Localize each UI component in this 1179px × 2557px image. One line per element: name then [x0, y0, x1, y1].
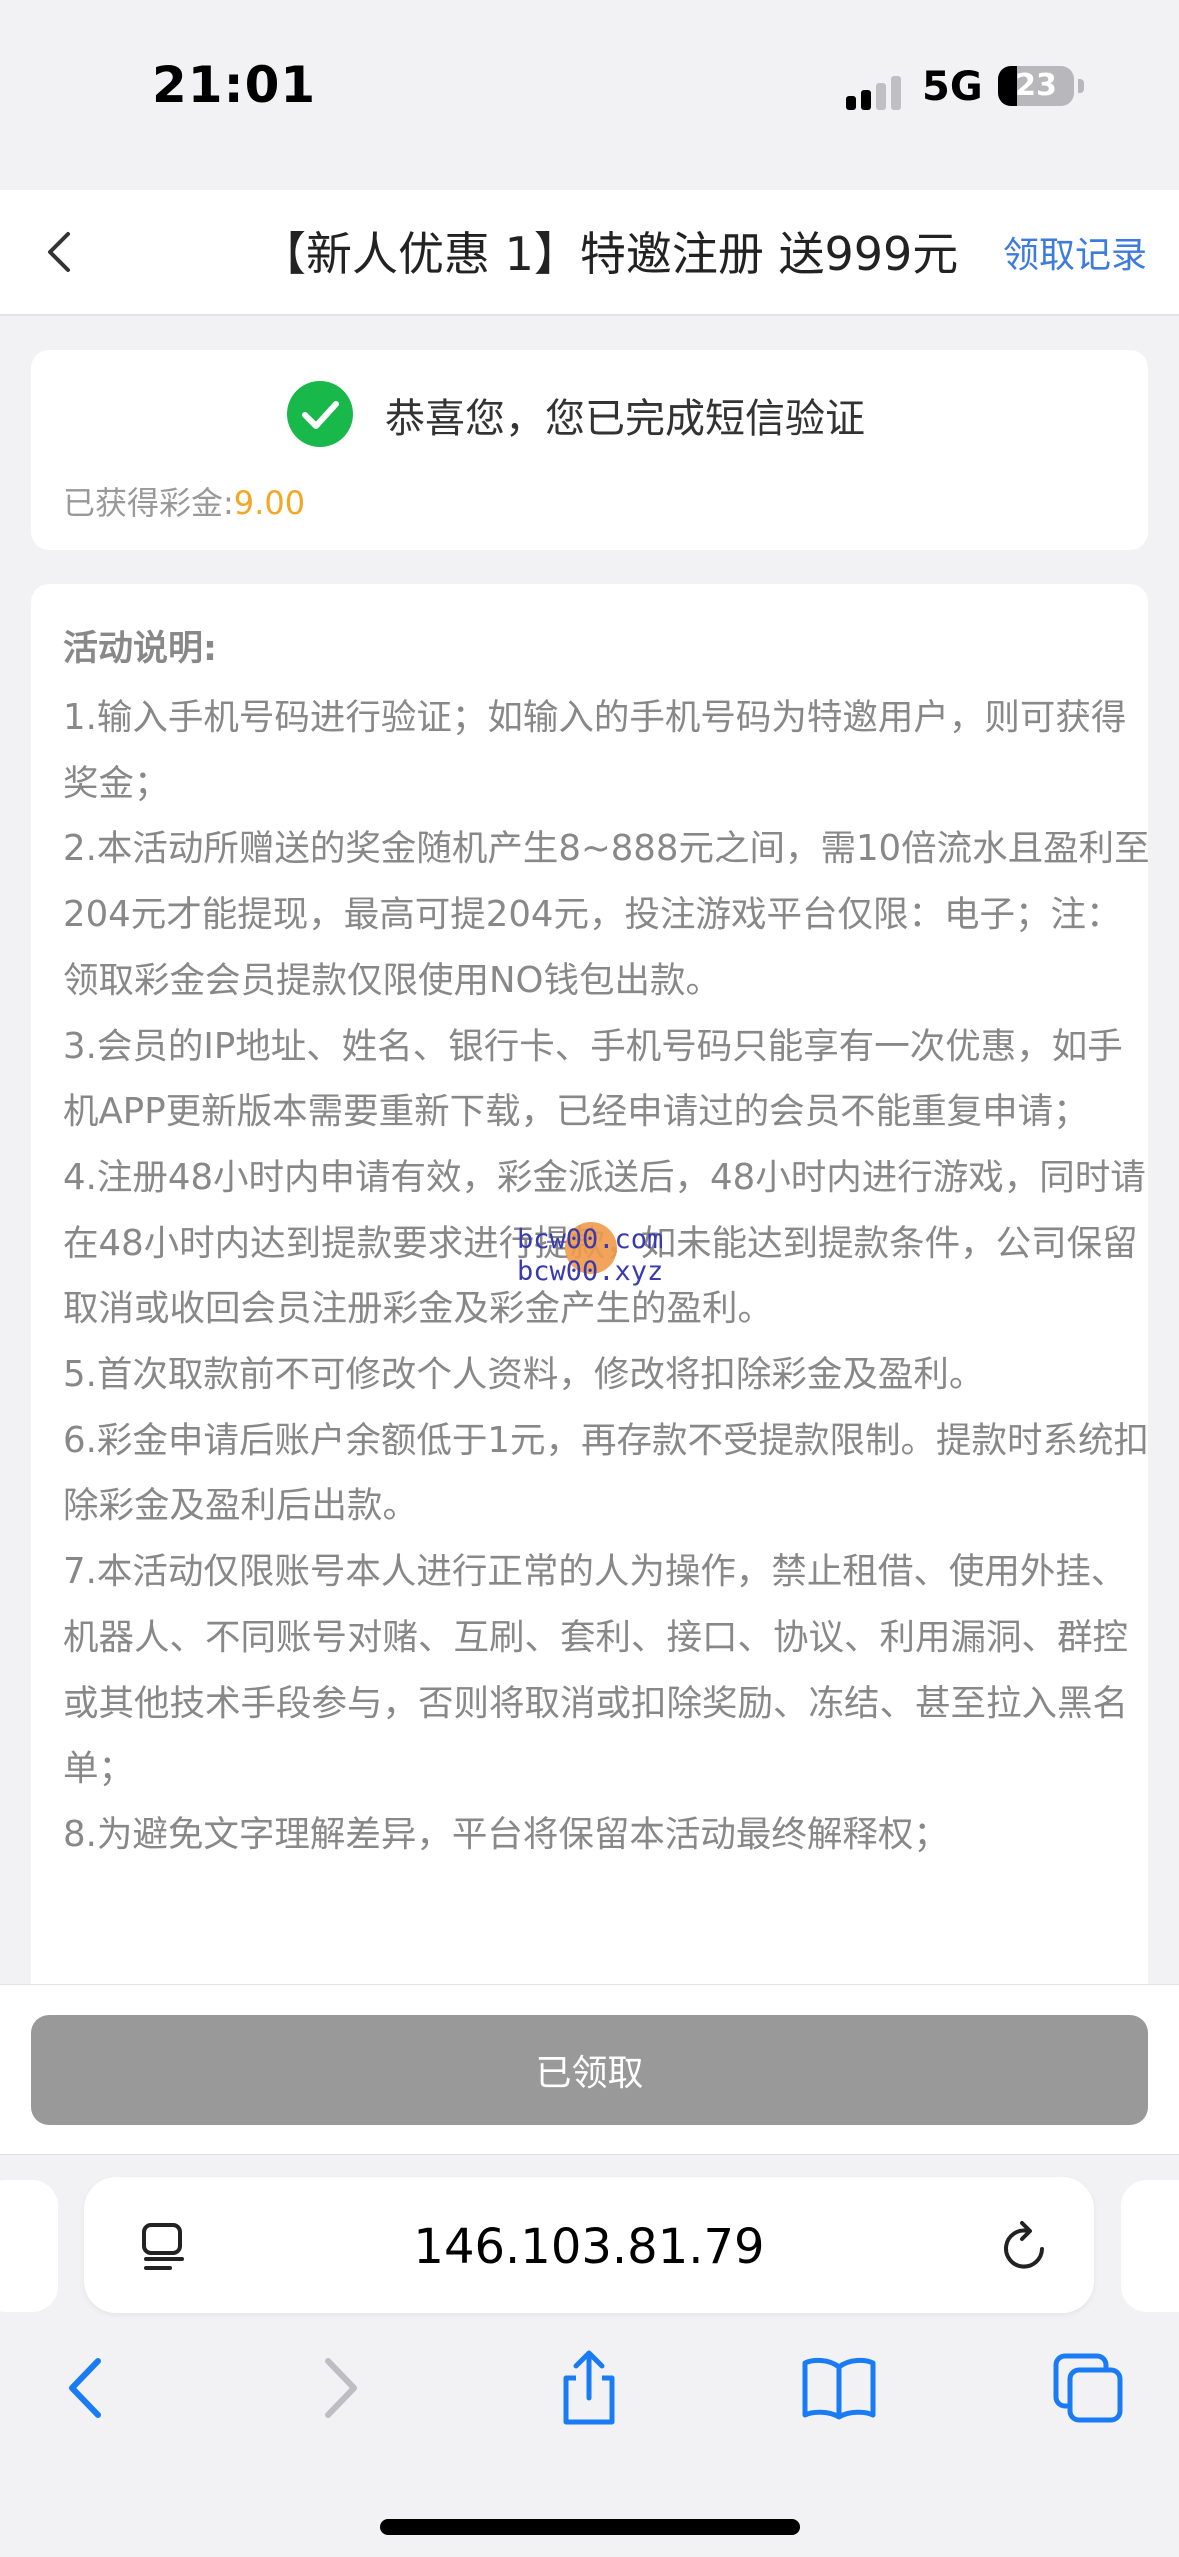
tabs-icon — [1053, 2353, 1123, 2423]
signal-icon — [846, 70, 906, 110]
bonus-label: 已获得彩金: — [63, 484, 234, 522]
battery-icon: 23 — [998, 66, 1074, 106]
rule-item: 7.本活动仅限账号本人进行正常的人为操作，禁止租借、使用外挂、机器人、不同账号对… — [63, 1551, 1129, 1790]
rule-item: 3.会员的IP地址、姓名、银行卡、手机号码只能享有一次优惠，如手机APP更新版本… — [63, 1025, 1123, 1133]
browser-forward-button[interactable] — [292, 2343, 388, 2433]
battery-tip — [1078, 79, 1084, 93]
reload-icon[interactable] — [998, 2217, 1054, 2277]
watermark: bcw00.com bcw00.xyz — [517, 1216, 697, 1296]
next-tab-preview[interactable] — [1121, 2180, 1179, 2312]
success-message: 恭喜您，您已完成短信验证 — [385, 396, 865, 442]
share-icon — [563, 2350, 615, 2425]
rule-item: 1.输入手机号码进行验证；如输入的手机号码为特邀用户，则可获得奖金； — [63, 697, 1127, 804]
bookmarks-icon — [802, 2357, 876, 2420]
rule-item: 5.首次取款前不可修改个人资料，修改将扣除彩金及盈利。 — [63, 1354, 985, 1396]
back-icon — [69, 2358, 101, 2418]
nav-header: 【新人优惠 1】特邀注册 送999元 领取记录 — [0, 190, 1179, 316]
share-button[interactable] — [541, 2343, 637, 2433]
claimed-button[interactable]: 已领取 — [31, 2015, 1148, 2125]
browser-toolbar: 146.103.81.79 — [0, 2154, 1179, 2557]
rule-item: 2.本活动所赠送的奖金随机产生8~888元之间，需10倍流水且盈利至204元才能… — [63, 828, 1148, 1001]
address-bar[interactable]: 146.103.81.79 — [84, 2177, 1094, 2313]
records-link[interactable]: 领取记录 — [1003, 226, 1147, 278]
previous-tab-preview[interactable] — [0, 2180, 58, 2312]
bonus-value: 9.00 — [233, 484, 306, 522]
home-indicator[interactable] — [380, 2519, 800, 2535]
browser-back-button[interactable] — [38, 2343, 134, 2433]
verification-success-card: 恭喜您，您已完成短信验证 已获得彩金:9.00 — [31, 350, 1148, 550]
rules-title: 活动说明: — [63, 629, 217, 669]
tabs-button[interactable] — [1040, 2343, 1136, 2433]
status-time: 21:01 — [152, 56, 317, 114]
check-circle-icon — [287, 381, 353, 447]
bottom-action-bar: 已领取 — [0, 1984, 1179, 2155]
watermark-line-2: bcw00.xyz — [517, 1256, 664, 1287]
rule-item: 6.彩金申请后账户余额低于1元，再存款不受提款限制。提款时系统扣除彩金及盈利后出… — [63, 1419, 1148, 1527]
bookmarks-button[interactable] — [791, 2343, 887, 2433]
battery-level: 23 — [1015, 68, 1057, 103]
page-title: 【新人优惠 1】特邀注册 送999元 — [260, 227, 959, 281]
network-type: 5G — [922, 64, 983, 110]
watermark-line-1: bcw00.com — [517, 1224, 664, 1255]
bonus-line: 已获得彩金:9.00 — [63, 478, 305, 524]
chevron-left-icon[interactable] — [28, 220, 92, 284]
forward-icon — [325, 2358, 357, 2418]
status-bar: 21:01 5G 23 — [0, 0, 1179, 190]
rule-item: 8.为避免文字理解差异，平台将保留本活动最终解释权； — [63, 1813, 949, 1855]
url-text[interactable]: 146.103.81.79 — [84, 2219, 1094, 2275]
